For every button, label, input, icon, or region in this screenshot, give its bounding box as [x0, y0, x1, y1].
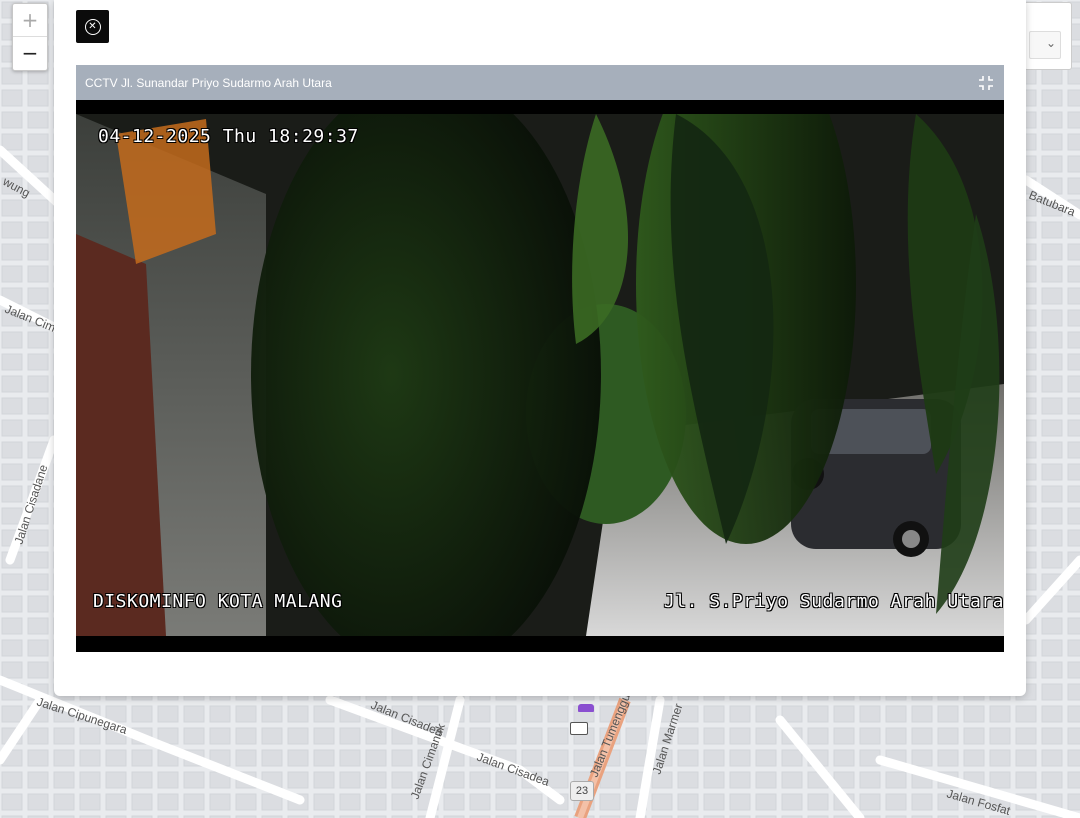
cctv-video-frame [76, 114, 1004, 636]
zoom-out-button[interactable]: − [13, 37, 47, 69]
layer-select[interactable]: ⌄ [1029, 31, 1061, 59]
atm-icon[interactable] [570, 722, 588, 735]
panel-title: CCTV Jl. Sunandar Priyo Sudarmo Arah Uta… [85, 75, 332, 90]
layer-select-panel: ⌄ [1024, 2, 1072, 70]
close-button[interactable]: ✕ [76, 10, 109, 43]
video-source-overlay: DISKOMINFO KOTA MALANG [93, 591, 343, 612]
close-circle-icon: ✕ [84, 18, 101, 35]
route-shield: 23 [570, 781, 594, 801]
zoom-in-button[interactable]: + [13, 4, 47, 37]
video-timestamp: 04-12-2025 Thu 18:29:37 [98, 126, 359, 147]
cctv-modal: ✕ CCTV Jl. Sunandar Priyo Sudarmo Arah U… [54, 0, 1026, 696]
video-location-overlay: Jl. S.Priyo Sudarmo Arah Utara [663, 591, 1004, 612]
poi-marker[interactable] [578, 704, 594, 712]
zoom-control: + − [12, 3, 48, 71]
cctv-video-player[interactable]: 04-12-2025 Thu 18:29:37 DISKOMINFO KOTA … [76, 100, 1004, 652]
panel-header: CCTV Jl. Sunandar Priyo Sudarmo Arah Uta… [76, 65, 1004, 100]
compress-icon[interactable] [978, 75, 994, 91]
chevron-down-icon: ⌄ [1045, 36, 1056, 50]
cctv-panel: CCTV Jl. Sunandar Priyo Sudarmo Arah Uta… [76, 65, 1004, 652]
